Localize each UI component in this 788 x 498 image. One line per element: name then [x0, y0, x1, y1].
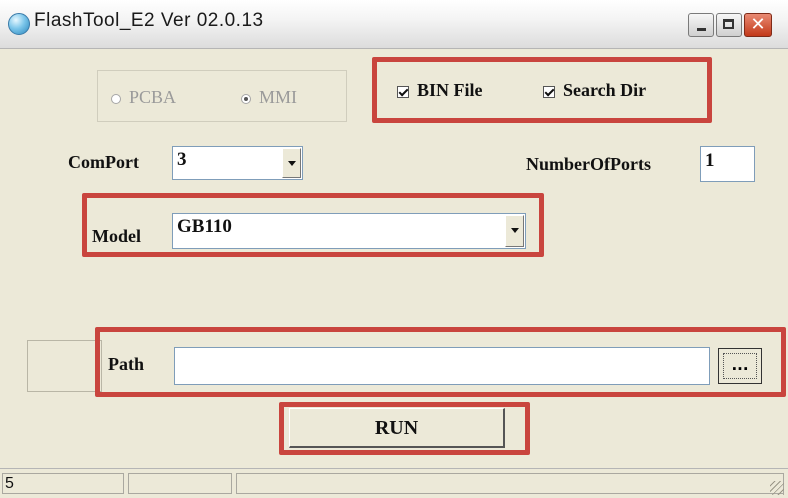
highlight-box-model — [82, 193, 544, 257]
radio-mmi-label: MMI — [259, 87, 298, 107]
number-of-ports-label: NumberOfPorts — [526, 154, 651, 174]
highlight-box-checkboxes — [372, 57, 712, 123]
title-bar[interactable]: FlashTool_E2 Ver 02.0.13 ✕ — [0, 0, 788, 49]
highlight-box-run — [279, 402, 530, 455]
radio-mmi[interactable]: MMI — [241, 87, 297, 108]
path-panel — [27, 340, 102, 392]
resize-grip-icon[interactable] — [770, 481, 784, 495]
window-title: FlashTool_E2 Ver 02.0.13 — [34, 10, 264, 31]
radio-mmi-circle — [241, 93, 251, 104]
comport-select[interactable]: 3 — [172, 146, 303, 180]
radio-pcba[interactable]: PCBA — [111, 87, 176, 108]
status-cell-1: 5 — [2, 473, 124, 494]
close-button[interactable]: ✕ — [744, 13, 772, 37]
status-cell-3 — [236, 473, 784, 494]
radio-pcba-circle — [111, 93, 121, 104]
radio-pcba-label: PCBA — [129, 87, 177, 107]
flashtool-window: FlashTool_E2 Ver 02.0.13 ✕ PCBA MMI BIN … — [0, 0, 788, 498]
app-icon — [8, 13, 30, 35]
comport-value: 3 — [177, 149, 187, 170]
status-cell-2 — [128, 473, 232, 494]
comport-label: ComPort — [68, 152, 139, 172]
minimize-button[interactable] — [688, 13, 714, 37]
maximize-button[interactable] — [716, 13, 742, 37]
highlight-box-path — [95, 327, 786, 397]
number-of-ports-value: 1 — [705, 150, 715, 171]
number-of-ports-field[interactable]: 1 — [700, 146, 755, 182]
chevron-down-icon[interactable] — [282, 148, 301, 178]
status-bar: 5 — [0, 468, 788, 498]
